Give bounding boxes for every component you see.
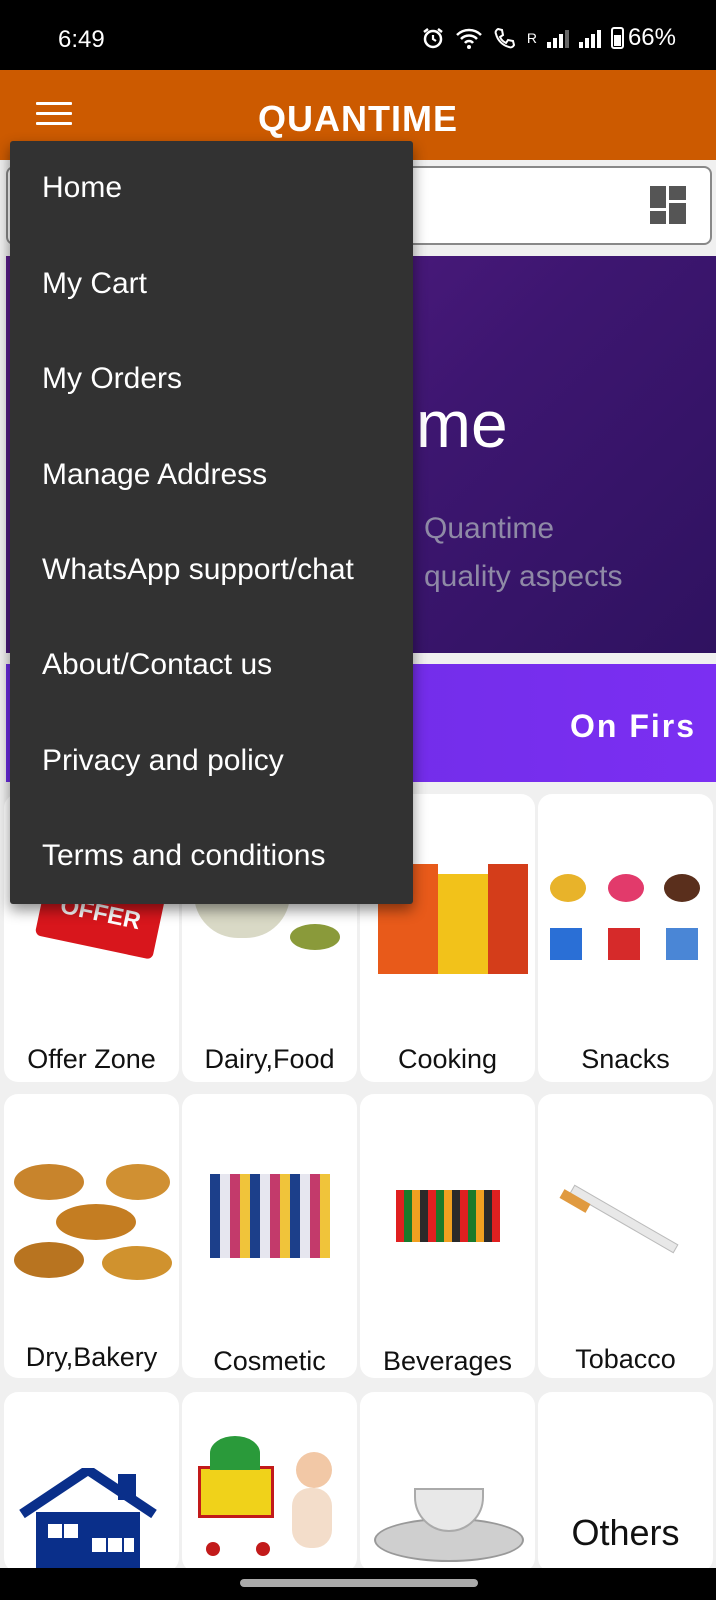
- status-bar: 6:49 R 66%: [0, 0, 716, 70]
- menu-item-whatsapp-support[interactable]: WhatsApp support/chat: [42, 553, 354, 587]
- category-home[interactable]: [4, 1392, 179, 1572]
- cosmetics-image: [190, 1174, 349, 1314]
- menu-item-my-orders[interactable]: My Orders: [42, 362, 182, 396]
- banner-line-1: Quantime: [424, 512, 555, 545]
- category-label: Cosmetic: [213, 1346, 326, 1376]
- category-label: Cooking: [397, 1044, 498, 1074]
- battery-percent: 66%: [627, 24, 676, 51]
- beverages-image: [368, 1190, 527, 1330]
- plates-image: [374, 1488, 524, 1568]
- category-label: Tobacco: [575, 1344, 676, 1374]
- net-label: R: [526, 30, 537, 46]
- home-gesture-handle[interactable]: [240, 1579, 478, 1587]
- baby-shopping-cart-image: [192, 1436, 342, 1566]
- banner-heading: me: [416, 387, 508, 461]
- menu-item-manage-address[interactable]: Manage Address: [42, 458, 267, 492]
- promo-text: On Firs: [570, 708, 697, 744]
- menu-item-privacy-policy[interactable]: Privacy and policy: [42, 744, 284, 778]
- status-time: 6:49: [58, 26, 105, 53]
- category-others[interactable]: Others: [538, 1392, 713, 1572]
- menu-item-about-contact[interactable]: About/Contact us: [42, 648, 272, 682]
- category-cosmetic[interactable]: Cosmetic: [182, 1094, 357, 1378]
- category-beverages[interactable]: Beverages: [360, 1094, 535, 1378]
- menu-item-my-cart[interactable]: My Cart: [42, 267, 147, 301]
- bakery-image: [12, 1154, 172, 1294]
- category-kitchenware[interactable]: [360, 1392, 535, 1572]
- menu-item-home[interactable]: Home: [42, 171, 122, 205]
- category-label: Beverages: [382, 1346, 513, 1376]
- battery-icon: [610, 27, 624, 49]
- category-label: Dry,Bakery: [25, 1342, 158, 1372]
- category-label: Others: [571, 1512, 680, 1553]
- navigation-menu: Home My Cart My Orders Manage Address Wh…: [10, 141, 413, 904]
- snacks-image: [546, 864, 705, 1004]
- category-snacks[interactable]: Snacks: [538, 794, 713, 1082]
- signal-icon-2: [578, 28, 601, 48]
- category-tobacco[interactable]: Tobacco: [538, 1094, 713, 1378]
- house-image: [19, 1468, 157, 1568]
- category-label: Snacks: [581, 1044, 670, 1074]
- category-baby[interactable]: [182, 1392, 357, 1572]
- wifi-icon: [455, 28, 482, 49]
- category-label: Dairy,Food: [204, 1044, 335, 1074]
- menu-item-terms-conditions[interactable]: Terms and conditions: [42, 839, 325, 873]
- system-nav-bar: [0, 1568, 716, 1600]
- category-label: Offer Zone: [27, 1044, 156, 1074]
- app-title: QUANTIME: [258, 98, 458, 139]
- signal-icon: [546, 28, 569, 48]
- alarm-icon: [423, 28, 443, 49]
- dashboard-grid-icon[interactable]: [650, 186, 686, 224]
- call-wifi-icon: [494, 27, 515, 49]
- banner-line-2: quality aspects: [424, 560, 623, 593]
- category-dry-bakery[interactable]: Dry,Bakery: [4, 1094, 179, 1378]
- cigarette-image: [546, 1174, 705, 1314]
